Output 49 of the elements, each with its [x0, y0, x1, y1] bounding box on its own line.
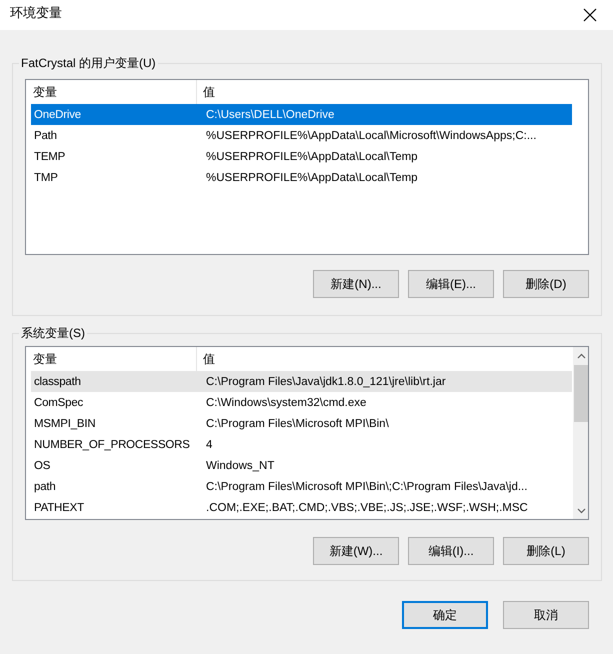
variable-value: C:\Windows\system32\cmd.exe	[205, 396, 368, 408]
variable-name: NUMBER_OF_PROCESSORS	[33, 438, 191, 450]
list-row[interactable]: path C:\Program Files\Microsoft MPI\Bin\;C:\Program Files\Java\jd...	[31, 476, 572, 497]
variable-value: %USERPROFILE%\AppData\Local\Temp	[205, 150, 419, 162]
list-row[interactable]: TMP %USERPROFILE%\AppData\Local\Temp	[31, 167, 572, 188]
variable-value: .COM;.EXE;.BAT;.CMD;.VBS;.VBE;.JS;.JSE;.WSF;.WSH;.MSC	[205, 502, 529, 514]
window-title: 环境变量	[10, 4, 62, 22]
variable-value: Windows_NT	[205, 460, 276, 472]
column-header[interactable]: 变量	[27, 80, 196, 104]
variable-name: path	[33, 480, 57, 492]
variable-list[interactable]	[25, 346, 589, 520]
variable-value: C:\Users\DELL\OneDrive	[205, 108, 336, 120]
variable-name: classpath	[33, 376, 82, 388]
variable-value: C:\Program Files\Microsoft MPI\Bin\	[205, 418, 390, 430]
list-row[interactable]: NUMBER_OF_PROCESSORS 4	[31, 434, 572, 455]
variable-name: MSMPI_BIN	[33, 418, 96, 430]
variable-value: %USERPROFILE%\AppData\Local\Temp	[205, 172, 419, 184]
scrollbar[interactable]	[573, 347, 588, 519]
group-label: FatCrystal 的用户变量(U)	[19, 55, 158, 72]
variable-name: OneDrive	[33, 108, 82, 120]
variable-name: OS	[33, 460, 52, 472]
variable-name: Path	[33, 130, 58, 142]
list-row[interactable]: PATHEXT .COM;.EXE;.BAT;.CMD;.VBS;.VBE;.JS;.JSE;.WSF;.WSH;.MSC	[31, 497, 572, 518]
variable-name: PATHEXT	[33, 502, 85, 514]
dialog-button[interactable]: 编辑(I)...	[408, 537, 494, 565]
list-row[interactable]: OS Windows_NT	[31, 455, 572, 476]
variable-value: 4	[205, 438, 214, 450]
variable-value: %USERPROFILE%\AppData\Local\Microsoft\WindowsApps;C:...	[205, 130, 538, 142]
dialog-button[interactable]: 编辑(E)...	[408, 270, 494, 298]
list-row[interactable]: ComSpec C:\Windows\system32\cmd.exe	[31, 392, 572, 413]
list-row[interactable]: OneDrive C:\Users\DELL\OneDrive	[31, 104, 572, 125]
dialog-button[interactable]: 新建(N)...	[313, 270, 399, 298]
variable-name: TMP	[33, 172, 59, 184]
cancel-button[interactable]: 取消	[503, 601, 589, 629]
dialog-button[interactable]: 删除(D)	[503, 270, 589, 298]
dialog-button[interactable]: 新建(W)...	[313, 537, 399, 565]
variable-name: TEMP	[33, 150, 66, 162]
list-row[interactable]: classpath C:\Program Files\Java\jdk1.8.0_121\jre\lib\rt.jar	[31, 371, 572, 392]
dialog-button[interactable]: 删除(L)	[503, 537, 589, 565]
column-header[interactable]: 变量	[27, 347, 196, 371]
ok-button[interactable]: 确定	[402, 601, 488, 629]
variable-value: C:\Program Files\Java\jdk1.8.0_121\jre\lib\rt.jar	[205, 376, 447, 388]
variable-name: ComSpec	[33, 396, 84, 408]
variable-list[interactable]: 变量 值 OneDrive C:\Users\DELL\OneDrive Path %USERPROFILE%\AppData\Local\Microsoft\WindowsApps;C:... TEMP %USERPROFILE%\AppData\Local\Temp TMP %USERPROFILE%\AppData\Local\Temp	[25, 79, 589, 255]
list-row[interactable]: MSMPI_BIN C:\Program Files\Microsoft MPI\Bin\	[31, 413, 572, 434]
list-row[interactable]: Path %USERPROFILE%\AppData\Local\Microsoft\WindowsApps;C:...	[31, 125, 572, 146]
group-label: 系统变量(S)	[19, 325, 87, 342]
variable-value: C:\Program Files\Microsoft MPI\Bin\;C:\Program Files\Java\jd...	[205, 480, 528, 492]
list-row[interactable]: TEMP %USERPROFILE%\AppData\Local\Temp	[31, 146, 572, 167]
